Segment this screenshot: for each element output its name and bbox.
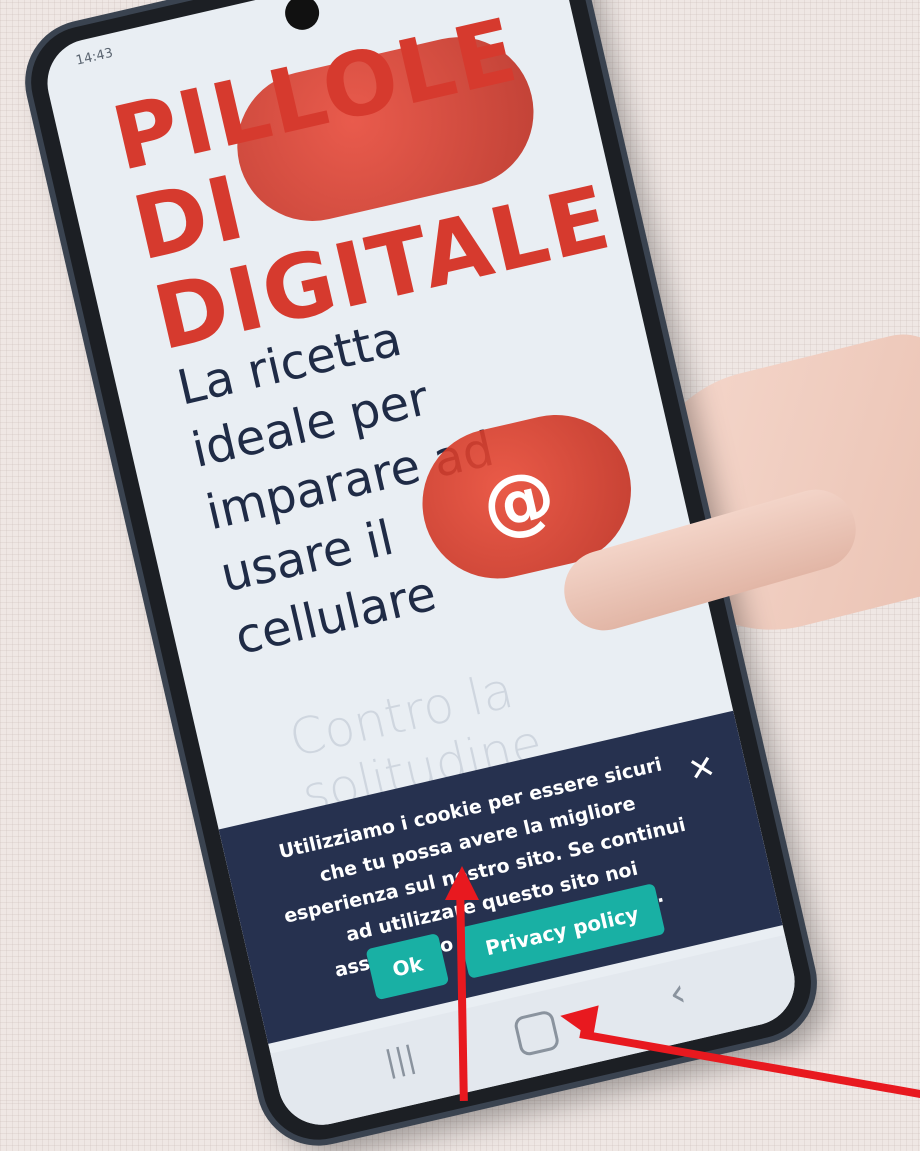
status-time: 14:43: [74, 45, 115, 69]
annotation-arrow-1-head: [445, 866, 479, 900]
annotation-arrow-2-head: [557, 999, 599, 1039]
home-icon[interactable]: [512, 1009, 561, 1058]
close-icon[interactable]: ✕: [685, 747, 720, 790]
recent-apps-icon[interactable]: |||: [382, 1040, 419, 1081]
back-icon[interactable]: ‹: [664, 969, 690, 1017]
